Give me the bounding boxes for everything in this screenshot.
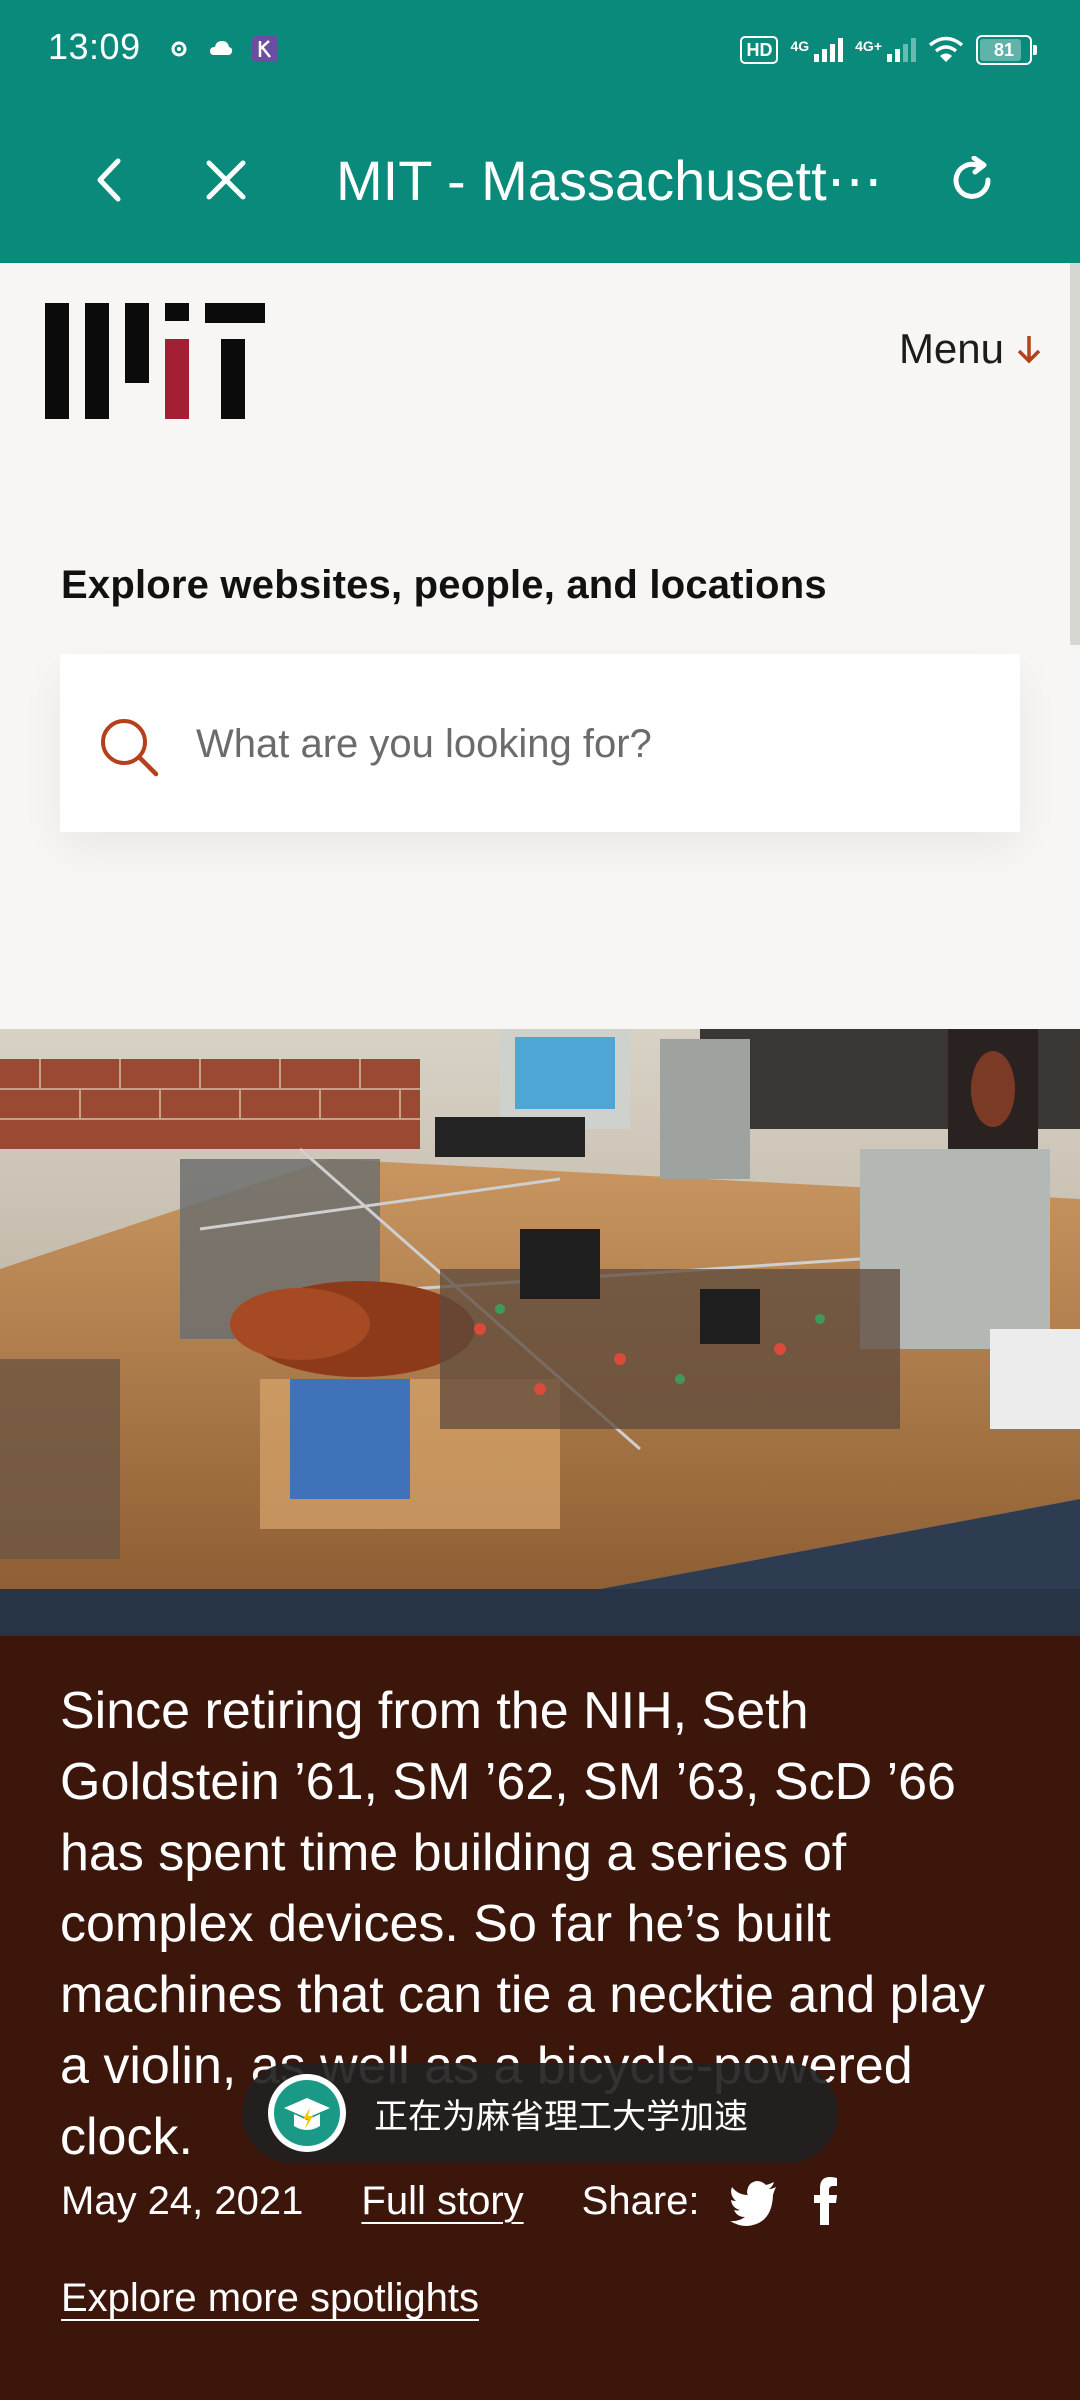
menu-label: Menu: [898, 325, 1004, 372]
search-input[interactable]: [194, 708, 978, 780]
explore-heading: Explore websites, people, and locations: [61, 563, 827, 607]
hd-badge: HD: [740, 36, 779, 64]
notification-icon: [171, 41, 187, 57]
browser-nav: MIT - Massachusett⋯: [0, 120, 1080, 240]
close-icon: [206, 160, 246, 200]
full-story-link[interactable]: Full story: [361, 2179, 523, 2224]
battery-icon: 81: [976, 35, 1037, 65]
network-1-label: 4G: [790, 38, 810, 54]
spotlight-section: Since retiring from the NIH, Seth Goldst…: [0, 1636, 1080, 2400]
graduation-cap-icon: [268, 2074, 346, 2152]
share-label: Share:: [581, 2178, 700, 2223]
cloud-icon: [210, 41, 233, 55]
toast-text: 正在为麻省理工大学加速: [374, 2097, 748, 2136]
signal-2-icon: 4G+: [855, 38, 916, 62]
status-bar: 13:09 HD 4G 4G+ 81: [0, 0, 1080, 100]
twitter-icon[interactable]: [728, 2175, 780, 2227]
search-icon: [101, 719, 159, 777]
explore-more-spotlights-link[interactable]: Explore more spotlights: [61, 2276, 479, 2321]
app-k-icon: [252, 36, 278, 62]
spotlight-date: May 24, 2021: [61, 2178, 304, 2223]
facebook-icon[interactable]: [800, 2175, 852, 2227]
battery-level: 81: [993, 39, 1015, 60]
signal-1-icon: 4G: [790, 38, 844, 62]
chevron-left-icon: [97, 158, 121, 202]
page-title: MIT - Massachusett⋯: [336, 149, 883, 212]
arrow-down-icon: [1017, 336, 1041, 364]
page-scrollbar[interactable]: [1070, 263, 1080, 645]
status-time: 13:09: [48, 26, 141, 67]
menu-button[interactable]: Menu: [899, 325, 1042, 373]
back-button[interactable]: [80, 150, 140, 210]
accelerator-toast[interactable]: 正在为麻省理工大学加速: [242, 2063, 838, 2163]
spotlight-meta: May 24, 2021 Full story Share:: [61, 2166, 872, 2236]
spotlight-photo: [0, 1029, 1080, 1636]
reload-button[interactable]: [942, 150, 1002, 210]
search-box[interactable]: [60, 654, 1020, 832]
network-2-label: 4G+: [855, 38, 882, 54]
mit-logo[interactable]: [45, 303, 265, 419]
wifi-icon: [928, 36, 964, 62]
reload-icon: [953, 156, 991, 199]
close-button[interactable]: [196, 150, 256, 210]
browser-header: 13:09 HD 4G 4G+ 81 MIT - Massachusett⋯: [0, 0, 1080, 263]
status-indicators: HD 4G 4G+ 81: [740, 30, 1037, 70]
